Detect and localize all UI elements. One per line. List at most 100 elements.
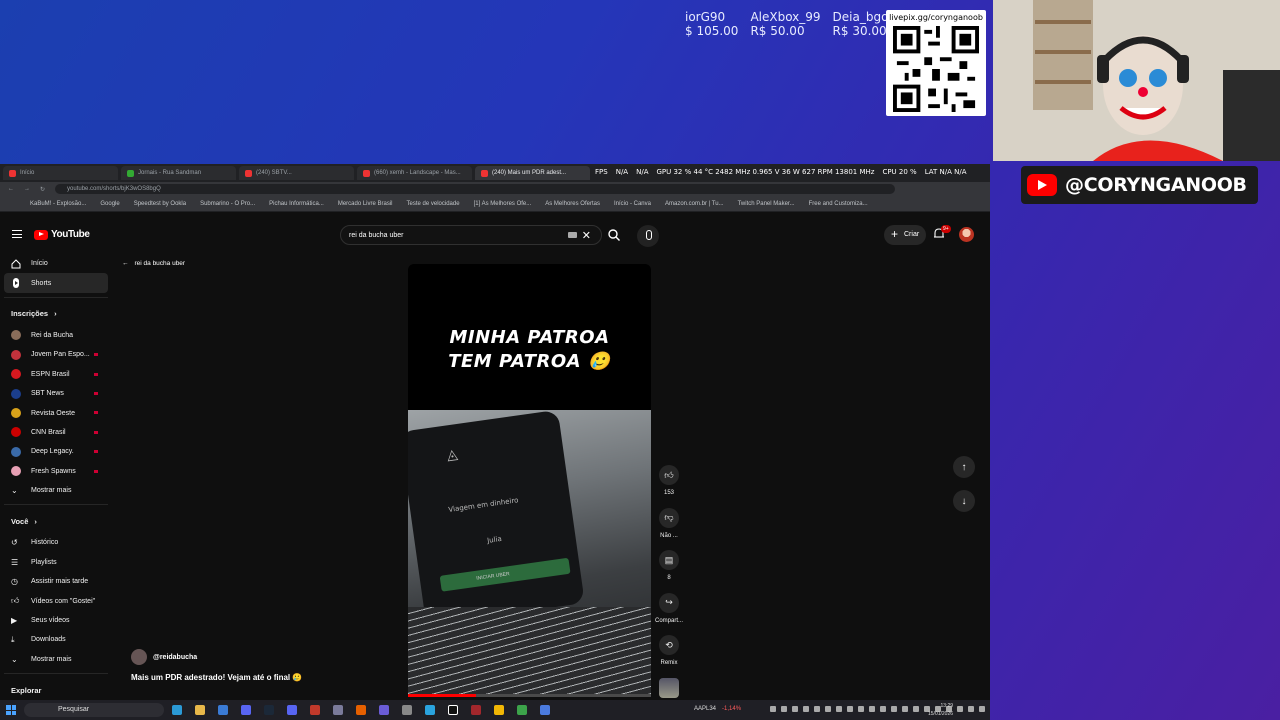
app-icon[interactable] [517, 705, 527, 715]
back-to-search-button[interactable]: ← rei da bucha uber [122, 260, 185, 267]
dislike-button[interactable]: 👎︎ Não ... [659, 507, 679, 545]
tray-icon[interactable] [880, 706, 886, 712]
video-progress-bar[interactable] [408, 694, 651, 697]
bookmark-item[interactable]: Twitch Panel Maker... [738, 201, 795, 207]
tray-icon[interactable] [913, 706, 919, 712]
firefox-icon[interactable] [356, 705, 366, 715]
reload-icon[interactable]: ↻ [40, 186, 45, 193]
tray-icon[interactable] [858, 706, 864, 712]
tray-icon[interactable] [957, 706, 963, 712]
forward-arrow-icon[interactable]: → [24, 186, 30, 192]
clear-search-icon[interactable]: ✕ [582, 229, 591, 242]
bookmark-item[interactable]: KaBuM! - Explosão... [30, 201, 86, 207]
sidebar-item-history[interactable]: ↺ Histórico [4, 533, 108, 552]
bookmark-item[interactable]: Mercado Livre Brasil [338, 201, 393, 207]
taskbar-clock[interactable]: 13:29 15/01/2026 [928, 702, 953, 718]
sidebar-item-subscription[interactable]: Fresh Spawns [4, 462, 108, 481]
browser-tab[interactable]: Jornais - Rua Sandman [121, 166, 236, 180]
app-icon[interactable] [241, 705, 251, 715]
tray-icon[interactable] [968, 706, 974, 712]
remix-button[interactable]: ⟲ Remix [659, 635, 679, 672]
telegram-icon[interactable] [425, 705, 435, 715]
tray-icon[interactable] [847, 706, 853, 712]
previous-short-button[interactable]: ↑ [953, 456, 975, 478]
capcut-icon[interactable] [448, 705, 458, 715]
shorts-video-player[interactable]: MINHA PATROA TEM PATROA 🥲 ◬ Viagem em di… [408, 264, 651, 697]
tray-icon[interactable] [836, 706, 842, 712]
app-icon[interactable] [402, 705, 412, 715]
share-button[interactable]: ↪ Compart... [655, 592, 683, 630]
search-input[interactable]: rei da bucha uber ✕ [340, 225, 602, 245]
app-icon[interactable] [379, 705, 389, 715]
sound-thumbnail[interactable] [659, 677, 679, 698]
sidebar-item-subscription[interactable]: Deep Legacy. [4, 442, 108, 461]
next-short-button[interactable]: ↓ [953, 490, 975, 512]
bookmark-item[interactable]: Pichau Informática... [269, 201, 324, 207]
avatar[interactable] [959, 227, 974, 242]
menu-icon[interactable] [12, 230, 22, 238]
you-header[interactable]: Você › [4, 509, 108, 533]
url-field[interactable]: youtube.com/shorts/bjK3wOS8bgQ [55, 184, 896, 194]
sidebar-item-subscription[interactable]: Jovem Pan Espo... [4, 345, 108, 364]
sidebar-item-home[interactable]: Início [4, 254, 108, 273]
file-explorer-icon[interactable] [195, 705, 205, 715]
sidebar-item-show-more[interactable]: ⌄ Mostrar mais [4, 481, 108, 500]
sidebar-item-your-videos[interactable]: ▶ Seus vídeos [4, 611, 108, 630]
app-icon[interactable] [333, 705, 343, 715]
youtube-home-logo[interactable]: YouTube [34, 229, 90, 240]
create-button[interactable]: Criar [884, 225, 926, 245]
browser-tab[interactable]: (660) xemh - Landscape - Mas... [357, 166, 472, 180]
tray-icon[interactable] [891, 706, 897, 712]
sidebar-item-shorts[interactable]: Shorts [4, 273, 108, 293]
edge-icon[interactable] [172, 705, 182, 715]
sidebar-item-subscription[interactable]: ESPN Brasil [4, 365, 108, 384]
tray-icon[interactable] [770, 706, 776, 712]
tray-icon[interactable] [792, 706, 798, 712]
tray-icon[interactable] [825, 706, 831, 712]
search-icon[interactable] [607, 228, 621, 242]
app-icon[interactable] [540, 705, 550, 715]
steam-icon[interactable] [264, 705, 274, 715]
bookmark-item[interactable]: Google [100, 201, 119, 207]
chrome-icon[interactable] [494, 705, 504, 715]
bookmark-item[interactable]: Teste de velocidade [407, 201, 460, 207]
keyboard-icon[interactable] [568, 232, 577, 238]
sidebar-item-playlists[interactable]: ☰ Playlists [4, 553, 108, 572]
taskbar-search-input[interactable]: Pesquisar [24, 703, 164, 717]
stock-widget[interactable]: AAPL34 -1,14% [694, 706, 741, 712]
video-channel[interactable]: @reidabucha [131, 649, 197, 665]
bookmark-item[interactable]: Amazon.com.br | Tu... [665, 201, 724, 207]
bookmark-item[interactable]: Speedtest by Ookla [134, 201, 186, 207]
tray-icon[interactable] [803, 706, 809, 712]
app-icon[interactable] [310, 705, 320, 715]
sidebar-item-subscription[interactable]: CNN Brasil [4, 423, 108, 442]
tray-icon[interactable] [979, 706, 985, 712]
bookmark-item[interactable]: As Melhores Ofertas [545, 201, 600, 207]
bookmark-item[interactable]: Início - Canva [614, 201, 651, 207]
microphone-icon[interactable] [637, 225, 659, 247]
bookmark-item[interactable]: Submarino - O Pro... [200, 201, 255, 207]
sidebar-item-show-more[interactable]: ⌄ Mostrar mais [4, 650, 108, 669]
browser-tab-active[interactable]: (240) Mais um PDR adest... [475, 166, 590, 180]
discord-icon[interactable] [287, 705, 297, 715]
back-arrow-icon[interactable]: ← [8, 186, 14, 192]
browser-tab[interactable]: (240) SBTV... [239, 166, 354, 180]
sidebar-item-subscription[interactable]: Revista Oeste [4, 403, 108, 422]
bookmark-item[interactable]: Free and Customiza... [809, 201, 868, 207]
sidebar-item-downloads[interactable]: ⤓ Downloads [4, 630, 108, 649]
store-icon[interactable] [218, 705, 228, 715]
app-icon[interactable] [471, 705, 481, 715]
subscriptions-header[interactable]: Inscrições › [4, 302, 108, 326]
sidebar-item-liked[interactable]: 👍︎ Vídeos com "Gostei" [4, 591, 108, 610]
like-button[interactable]: 👍︎ 153 [659, 465, 679, 502]
tray-icon[interactable] [869, 706, 875, 712]
sidebar-item-watch-later[interactable]: ◷ Assistir mais tarde [4, 572, 108, 591]
start-menu-icon[interactable] [6, 705, 16, 715]
sidebar-item-subscription[interactable]: SBT News [4, 384, 108, 403]
tray-icon[interactable] [781, 706, 787, 712]
bookmark-item[interactable]: [1] As Melhores Ofe... [474, 201, 532, 207]
tray-icon[interactable] [814, 706, 820, 712]
browser-tab[interactable]: Início [3, 166, 118, 180]
comments-button[interactable]: ▤ 8 [659, 550, 679, 587]
sidebar-item-subscription[interactable]: Rei da Bucha [4, 326, 108, 345]
